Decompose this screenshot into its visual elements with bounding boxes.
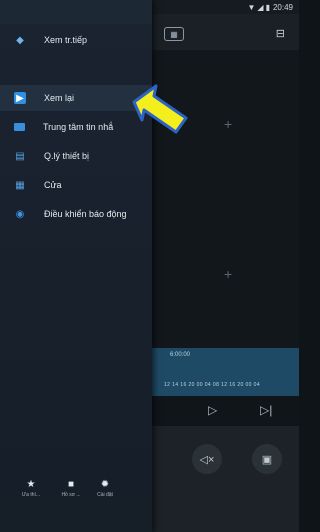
menu-item-label: Xem lại bbox=[44, 93, 75, 103]
bottom-control-bar: ◁× ▣ bbox=[152, 426, 299, 532]
device-list-button[interactable]: ⊟ bbox=[276, 27, 285, 40]
drawer-header bbox=[0, 0, 152, 24]
menu-item-label: Xem tr.tiếp bbox=[44, 35, 88, 45]
play-button[interactable]: ▷ bbox=[208, 403, 217, 417]
device-list-icon: ⊟ bbox=[275, 28, 285, 40]
add-camera-icon[interactable]: + bbox=[224, 116, 232, 132]
playback-timeline[interactable]: 6:00:00 12 14 16 20 00 04 08 12 16 20 00… bbox=[152, 348, 299, 396]
video-pane-2[interactable]: + bbox=[152, 200, 299, 349]
grid-icon: ▦ bbox=[170, 29, 178, 39]
alarm-control-icon: ◉ bbox=[15, 208, 25, 220]
mute-button[interactable]: ◁× bbox=[192, 444, 222, 474]
door-icon: ▦ bbox=[15, 179, 25, 191]
menu-item-device-manager[interactable]: ▤ Q.lý thiết bị bbox=[0, 143, 152, 169]
tab-files[interactable]: ■ Hồ sơ ... bbox=[54, 478, 88, 498]
menu-item-label: Cửa bbox=[44, 180, 62, 190]
grid-layout-button[interactable]: ▦ bbox=[164, 27, 184, 41]
speaker-mute-icon: ◁× bbox=[199, 453, 215, 466]
timeline-ticks: 12 14 16 20 00 04 08 12 16 20 00 04 bbox=[164, 382, 261, 388]
message-center-icon bbox=[14, 123, 25, 131]
signal-icon: ◢ bbox=[257, 2, 263, 12]
tab-label: Hồ sơ ... bbox=[61, 492, 81, 498]
record-button[interactable]: ▣ bbox=[252, 444, 282, 474]
menu-item-label: Q.lý thiết bị bbox=[44, 151, 90, 161]
record-icon: ▣ bbox=[261, 453, 273, 466]
menu-item-label: Trung tâm tin nhắ bbox=[43, 122, 114, 132]
menu-item-live-view[interactable]: ◆ Xem tr.tiếp bbox=[0, 27, 152, 53]
live-view-icon: ◆ bbox=[16, 34, 24, 46]
clock: 20:49 bbox=[272, 2, 293, 12]
drawer-bottom-tabs: ★ Ưa thí... ■ Hồ sơ ... ✹ Cài đặt bbox=[0, 478, 152, 518]
tab-label: Cài đặt bbox=[97, 492, 113, 498]
menu-item-alarm-control[interactable]: ◉ Điều khiển báo động bbox=[0, 201, 152, 227]
highlight-arrow-icon bbox=[132, 84, 188, 134]
wifi-icon: ▼ bbox=[247, 2, 255, 12]
star-icon: ★ bbox=[26, 479, 36, 490]
timeline-time: 6:00:00 bbox=[170, 352, 191, 358]
battery-icon: ▮ bbox=[265, 2, 270, 12]
tab-favorites[interactable]: ★ Ưa thí... bbox=[14, 478, 48, 498]
folder-icon: ■ bbox=[67, 479, 75, 490]
tab-settings[interactable]: ✹ Cài đặt bbox=[88, 478, 122, 498]
playback-icon: ▶ bbox=[14, 92, 26, 104]
next-button[interactable]: ▷| bbox=[260, 403, 272, 417]
settings-icon: ✹ bbox=[100, 479, 110, 490]
device-manager-icon: ▤ bbox=[15, 150, 25, 162]
menu-item-door[interactable]: ▦ Cửa bbox=[0, 172, 152, 198]
playback-controls: ▷ ▷| bbox=[152, 396, 299, 426]
add-camera-icon[interactable]: + bbox=[224, 266, 232, 282]
menu-item-label: Điều khiển báo động bbox=[44, 209, 127, 219]
tab-label: Ưa thí... bbox=[21, 492, 41, 498]
